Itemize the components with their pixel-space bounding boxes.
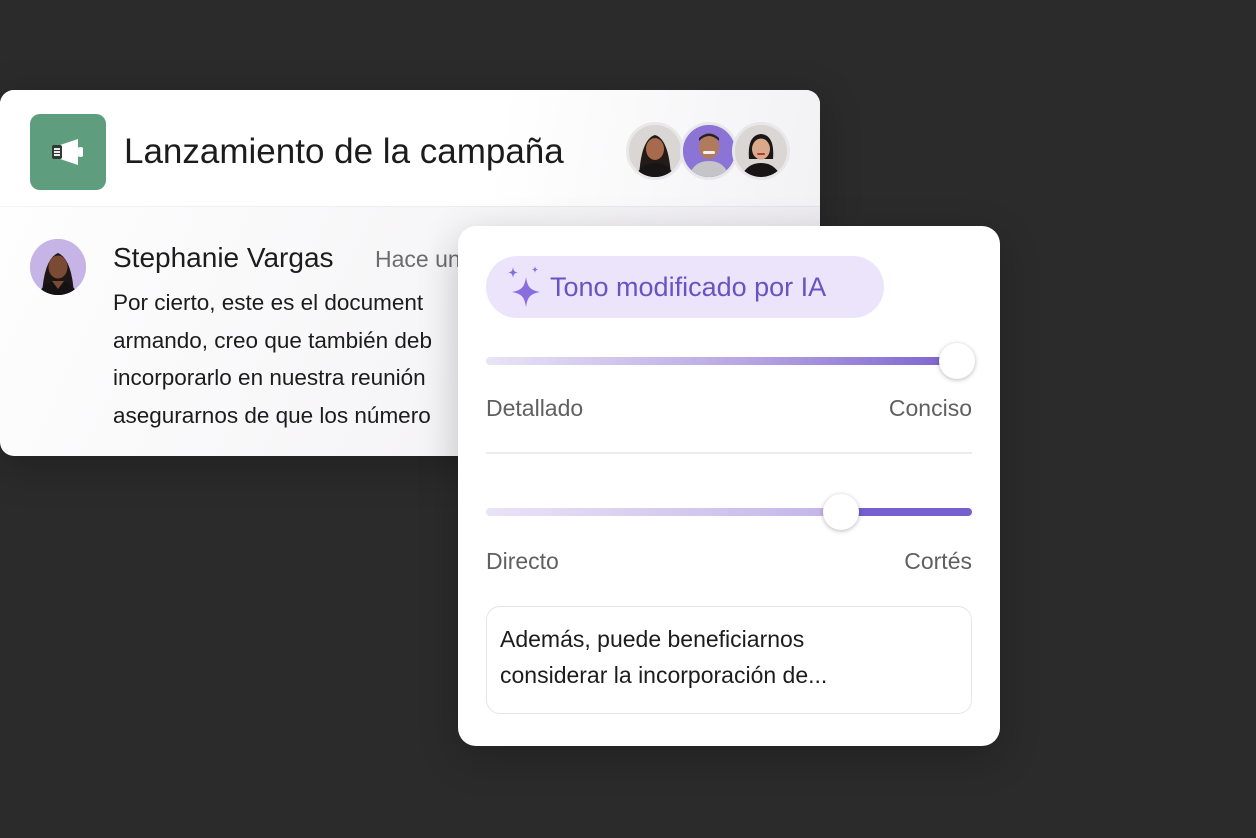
slider-right-label: Cortés bbox=[904, 548, 972, 574]
message-line: Por cierto, este es el document bbox=[113, 290, 424, 315]
message-author[interactable]: Stephanie Vargas bbox=[113, 241, 334, 275]
slider-fill bbox=[486, 357, 957, 365]
stage: Lanzamiento de la campaña Stephanie Varg… bbox=[0, 0, 1256, 838]
rewrite-preview[interactable]: Además, puede beneficiarnos considerar l… bbox=[486, 606, 972, 714]
preview-line: considerar la incorporación de... bbox=[500, 662, 828, 688]
ai-tone-panel: Tono modificado por IA Detallado Conciso… bbox=[458, 226, 1000, 746]
member-avatar[interactable] bbox=[732, 122, 790, 180]
slider-left-label: Detallado bbox=[486, 395, 584, 421]
slider-right-label: Conciso bbox=[888, 395, 972, 421]
message-line: asegurarnos de que los número bbox=[113, 402, 431, 428]
slider-thumb[interactable] bbox=[823, 494, 859, 530]
avatar[interactable] bbox=[30, 239, 86, 295]
message-line: incorporarlo en nuestra reunión bbox=[113, 365, 426, 390]
ai-tone-badge[interactable]: Tono modificado por IA bbox=[486, 256, 884, 318]
megaphone-icon[interactable] bbox=[30, 114, 106, 190]
sparkles-icon bbox=[508, 266, 540, 307]
divider bbox=[0, 206, 820, 207]
ai-tone-label: Tono modificado por IA bbox=[550, 272, 827, 302]
member-avatar[interactable] bbox=[680, 122, 738, 180]
preview-text: Además, puede beneficiarnos considerar l… bbox=[500, 621, 827, 693]
slider-thumb[interactable] bbox=[939, 343, 975, 379]
message-line: armando, creo que también deb bbox=[113, 327, 432, 353]
slider-fill bbox=[486, 508, 841, 516]
divider bbox=[486, 452, 972, 454]
preview-line: Además, puede beneficiarnos bbox=[500, 626, 805, 652]
channel-title: Lanzamiento de la campaña bbox=[124, 132, 564, 171]
slider-left-label: Directo bbox=[486, 548, 559, 574]
message-text: Por cierto, este es el document armando,… bbox=[113, 284, 432, 434]
tone-slider-formality[interactable] bbox=[486, 492, 972, 532]
tone-slider-length[interactable] bbox=[486, 341, 975, 381]
slider-fill-after bbox=[841, 508, 972, 516]
member-avatar[interactable] bbox=[626, 122, 684, 180]
message-timestamp: Hace un bbox=[375, 246, 461, 272]
